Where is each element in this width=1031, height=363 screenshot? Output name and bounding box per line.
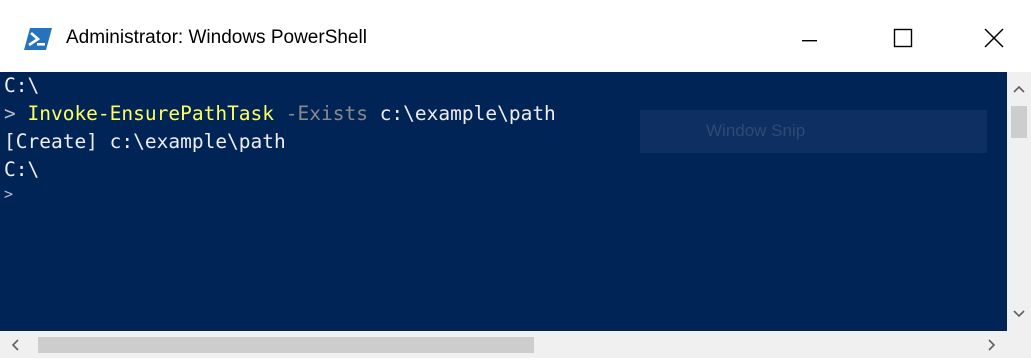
minimize-icon <box>802 40 817 42</box>
horizontal-scrollbar[interactable] <box>0 331 1007 358</box>
console-line: C:\ <box>4 74 39 98</box>
powershell-icon[interactable] <box>24 28 52 50</box>
command-output: [Create] c:\example\path <box>4 130 286 153</box>
chevron-down-icon <box>1013 310 1025 318</box>
vertical-scrollbar[interactable] <box>1007 72 1031 331</box>
command-name: Invoke-EnsurePathTask <box>27 102 275 125</box>
console-area[interactable]: C:\ > Invoke-EnsurePathTask -Exists c:\e… <box>0 72 1007 331</box>
chevron-right-icon <box>988 339 996 351</box>
scroll-left-button[interactable] <box>4 331 28 358</box>
console-line: > Invoke-EnsurePathTask -Exists c:\examp… <box>4 102 556 126</box>
powershell-window: Administrator: Windows PowerShell C:\ > … <box>0 0 1031 358</box>
minimize-button[interactable] <box>763 0 855 72</box>
prompt-symbol: > <box>4 102 28 125</box>
maximize-button[interactable] <box>855 0 947 72</box>
console-line: [Create] c:\example\path <box>4 130 286 154</box>
window-snip-overlay[interactable]: Window Snip <box>640 110 987 153</box>
chevron-left-icon <box>11 339 19 351</box>
prompt-path: C:\ <box>4 158 40 181</box>
console-line: C:\ <box>4 158 39 182</box>
title-bar[interactable]: Administrator: Windows PowerShell <box>0 0 1031 72</box>
console-line: > <box>4 182 13 206</box>
scroll-right-button[interactable] <box>979 331 1003 358</box>
chevron-up-icon <box>1013 85 1025 93</box>
scroll-down-button[interactable] <box>1007 301 1031 325</box>
prompt-path: C:\ <box>4 74 40 97</box>
horizontal-scroll-thumb[interactable] <box>38 337 534 353</box>
command-argument: c:\example\path <box>367 102 556 125</box>
scrollbar-corner <box>1007 331 1031 358</box>
close-button[interactable] <box>947 0 1031 72</box>
scroll-up-button[interactable] <box>1007 78 1031 102</box>
vertical-scroll-thumb[interactable] <box>1011 106 1027 138</box>
close-icon <box>984 28 1004 48</box>
prompt-symbol: > <box>4 185 14 203</box>
command-parameter: -Exists <box>274 102 368 125</box>
window-snip-label: Window Snip <box>706 121 806 140</box>
window-title: Administrator: Windows PowerShell <box>66 27 367 48</box>
maximize-icon <box>893 28 913 48</box>
